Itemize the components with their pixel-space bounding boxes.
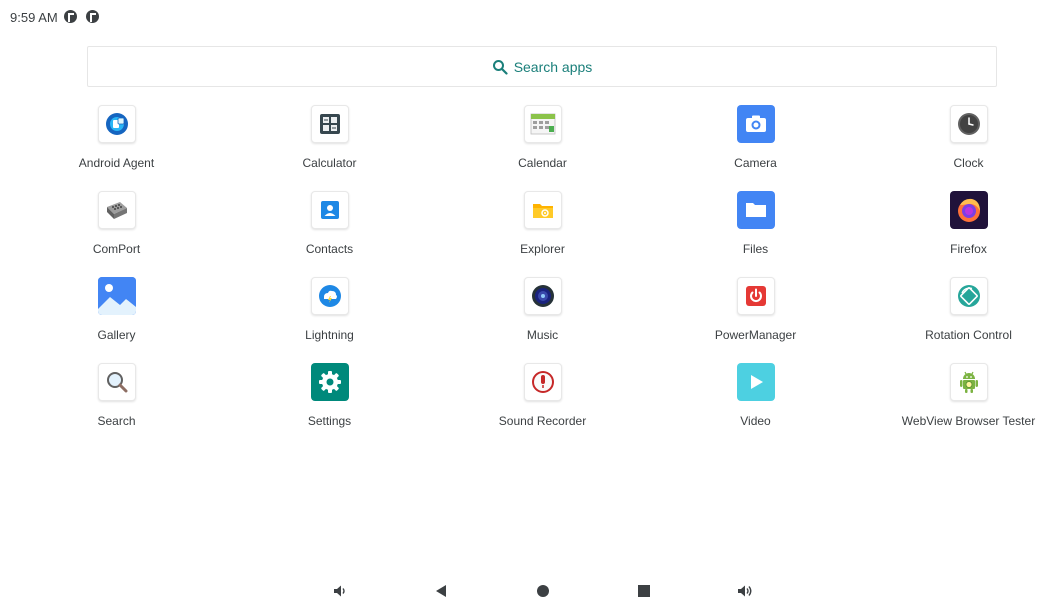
app-label: Android Agent (78, 156, 155, 170)
search-apps-label: Search apps (513, 58, 593, 75)
app-webview-browser-tester[interactable]: WebView Browser Tester (862, 358, 1038, 444)
status-bar: 9:59 AM (0, 0, 1038, 34)
android-agent-icon (97, 105, 136, 143)
video-icon (736, 363, 775, 401)
app-search[interactable]: Search (10, 358, 223, 444)
app-label: Rotation Control (925, 328, 1012, 342)
app-power-manager[interactable]: PowerManager (649, 272, 862, 358)
gallery-icon (97, 277, 136, 315)
app-label: ComPort (92, 242, 141, 256)
firefox-icon (949, 191, 988, 229)
sound-recorder-icon (523, 363, 562, 401)
app-explorer[interactable]: Explorer (436, 186, 649, 272)
app-label: Gallery (97, 328, 136, 342)
app-label: Sound Recorder (498, 414, 587, 428)
files-icon (736, 191, 775, 229)
music-icon (523, 277, 562, 315)
app-label: Search (97, 414, 136, 428)
volume-up-icon[interactable] (737, 584, 752, 598)
notification-app-icon (64, 10, 77, 23)
app-label: Camera (734, 156, 777, 170)
comport-icon (97, 191, 136, 229)
calendar-icon (523, 105, 562, 143)
camera-icon (736, 105, 775, 143)
explorer-icon (523, 191, 562, 229)
home-screen: 9:59 AM Search apps Android Agent Calcul… (0, 0, 1038, 600)
notification-app-icon (86, 10, 99, 23)
app-label: Files (742, 242, 769, 256)
contacts-icon (310, 191, 349, 229)
app-music[interactable]: Music (436, 272, 649, 358)
lightning-icon (310, 277, 349, 315)
app-label: Music (526, 328, 559, 342)
calculator-icon (310, 105, 349, 143)
app-label: Calculator (302, 156, 357, 170)
app-android-agent[interactable]: Android Agent (10, 100, 223, 186)
volume-down-icon[interactable] (333, 584, 347, 598)
settings-icon (310, 363, 349, 401)
app-label: Contacts (305, 242, 354, 256)
app-contacts[interactable]: Contacts (223, 186, 436, 272)
app-label: Explorer (520, 242, 565, 256)
app-clock[interactable]: Clock (862, 100, 1038, 186)
app-video[interactable]: Video (649, 358, 862, 444)
clock-icon (949, 105, 988, 143)
app-gallery[interactable]: Gallery (10, 272, 223, 358)
app-sound-recorder[interactable]: Sound Recorder (436, 358, 649, 444)
app-firefox[interactable]: Firefox (862, 186, 1038, 272)
navigation-bar (0, 578, 1038, 600)
app-label: Video (740, 414, 771, 428)
app-label: Settings (307, 414, 352, 428)
app-rotation-control[interactable]: Rotation Control (862, 272, 1038, 358)
app-grid: Android Agent Calculator Calendar Camera… (10, 100, 1038, 444)
search-apps-bar[interactable]: Search apps (87, 46, 997, 87)
home-icon[interactable] (536, 584, 550, 598)
app-calculator[interactable]: Calculator (223, 100, 436, 186)
app-camera[interactable]: Camera (649, 100, 862, 186)
webview-browser-tester-icon (949, 363, 988, 401)
app-label: WebView Browser Tester (901, 414, 1036, 428)
power-manager-icon (736, 277, 775, 315)
app-label: Calendar (518, 156, 567, 170)
app-calendar[interactable]: Calendar (436, 100, 649, 186)
app-files[interactable]: Files (649, 186, 862, 272)
app-settings[interactable]: Settings (223, 358, 436, 444)
search-icon (492, 59, 508, 75)
recents-icon[interactable] (637, 584, 651, 598)
rotation-control-icon (949, 277, 988, 315)
app-label: Lightning (305, 328, 354, 342)
app-lightning[interactable]: Lightning (223, 272, 436, 358)
app-label: PowerManager (714, 328, 797, 342)
search-app-icon (97, 363, 136, 401)
back-icon[interactable] (434, 584, 448, 598)
app-label: Firefox (950, 242, 987, 256)
app-comport[interactable]: ComPort (10, 186, 223, 272)
app-label: Clock (953, 156, 984, 170)
status-time: 9:59 AM (10, 10, 58, 25)
